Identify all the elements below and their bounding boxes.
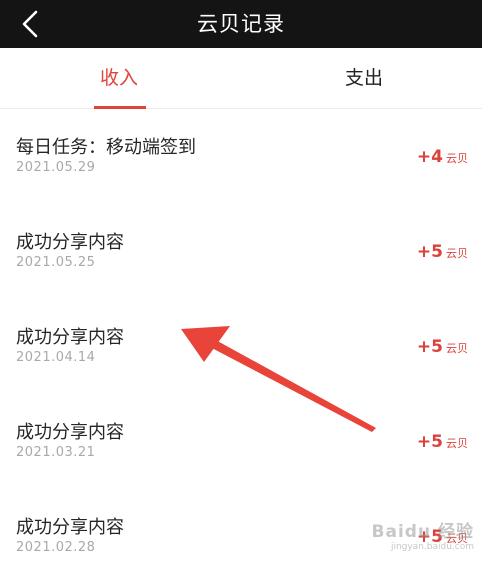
list-item[interactable]: 每日任务：移动端签到 2021.05.29 +4 云贝 (0, 109, 482, 204)
watermark-logo: Baidu 经验 (371, 522, 474, 542)
record-list: 每日任务：移动端签到 2021.05.29 +4 云贝 成功分享内容 2021.0… (0, 109, 482, 584)
page-title: 云贝记录 (197, 12, 285, 36)
record-amount: +5 云贝 (417, 242, 468, 262)
header-bar: 云贝记录 (0, 0, 482, 48)
watermark: Baidu 经验 jingyan.baidu.com (372, 517, 474, 552)
amount-value: +5 (416, 242, 443, 262)
record-title: 成功分享内容 (16, 327, 124, 348)
tab-income[interactable]: 收入 (59, 48, 179, 108)
tab-bar: 收入 支出 (0, 48, 482, 109)
amount-unit: 云贝 (446, 342, 468, 355)
record-date: 2021.03.21 (16, 445, 96, 460)
record-amount: +4 云贝 (417, 147, 468, 167)
record-date: 2021.05.29 (16, 160, 96, 175)
record-date: 2021.05.25 (16, 255, 96, 270)
watermark-url: jingyan.baidu.com (390, 542, 474, 552)
tab-expense[interactable]: 支出 (304, 48, 424, 108)
amount-unit: 云贝 (446, 247, 468, 260)
record-amount: +5 云贝 (417, 432, 468, 452)
record-amount: +5 云贝 (417, 337, 468, 357)
record-date: 2021.02.28 (16, 540, 96, 555)
amount-value: +5 (416, 432, 443, 452)
record-title: 每日任务：移动端签到 (16, 137, 196, 158)
amount-value: +4 (416, 147, 443, 167)
list-item[interactable]: 成功分享内容 2021.04.14 +5 云贝 (0, 299, 482, 394)
record-date: 2021.04.14 (16, 350, 96, 365)
record-title: 成功分享内容 (16, 422, 124, 443)
record-title: 成功分享内容 (16, 232, 124, 253)
list-item[interactable]: 成功分享内容 2021.05.25 +5 云贝 (0, 204, 482, 299)
amount-unit: 云贝 (446, 152, 468, 165)
amount-unit: 云贝 (446, 437, 468, 450)
amount-value: +5 (416, 337, 443, 357)
record-title: 成功分享内容 (16, 517, 124, 538)
list-item[interactable]: 成功分享内容 2021.03.21 +5 云贝 (0, 394, 482, 489)
